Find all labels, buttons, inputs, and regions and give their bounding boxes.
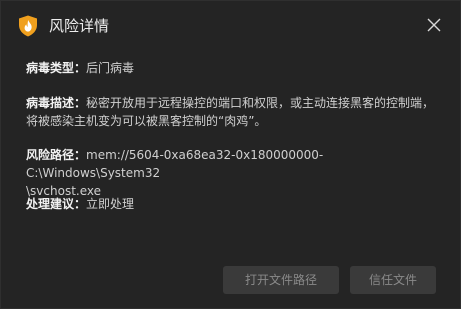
title-bar: 风险详情 [1, 1, 460, 51]
button-bar: 打开文件路径 信任文件 [1, 266, 460, 294]
risk-path-label: 风险路径： [26, 148, 87, 162]
advice-value: 立即处理 [86, 197, 135, 211]
description-line-1: 秘密开放用于远程操控的端口和权限，或主动连接黑客的控制端， [86, 96, 435, 110]
risk-path-row: 风险路径：mem://5604-0xa68ea32-0x180000000-C:… [26, 146, 446, 200]
shield-flame-icon [19, 15, 37, 37]
description-row: 病毒描述：秘密开放用于远程操控的端口和权限，或主动连接黑客的控制端， 将被感染主… [26, 94, 446, 130]
virus-type-label: 病毒类型： [26, 61, 87, 75]
trust-file-button[interactable]: 信任文件 [350, 266, 436, 294]
risk-details-dialog: 风险详情 病毒类型：后门病毒 病毒描述：秘密开放用于远程操控的端口和权限，或主动… [0, 0, 461, 309]
advice-label: 处理建议： [26, 197, 87, 211]
description-line-2: 将被感染主机变为可以被黑客控制的“肉鸡”。 [26, 114, 267, 128]
open-file-path-button[interactable]: 打开文件路径 [223, 266, 339, 294]
advice-row: 处理建议：立即处理 [26, 195, 446, 213]
description-label: 病毒描述： [26, 96, 87, 110]
virus-type-value: 后门病毒 [86, 61, 135, 75]
virus-type-row: 病毒类型：后门病毒 [26, 59, 446, 77]
close-icon[interactable] [424, 15, 444, 35]
dialog-title: 风险详情 [49, 17, 110, 35]
